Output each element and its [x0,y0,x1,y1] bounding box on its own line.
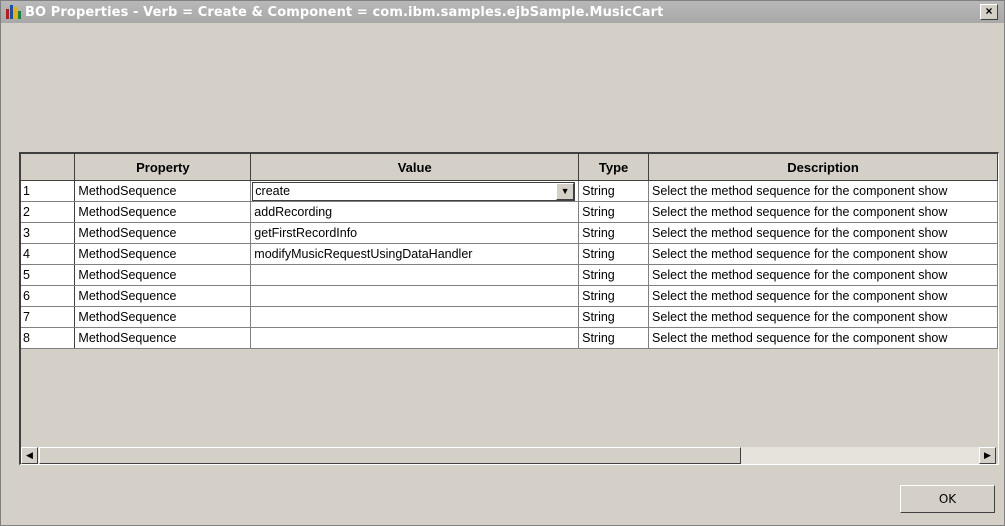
table-row[interactable]: 4 MethodSequence modifyMusicRequestUsing… [21,243,998,265]
dropdown-button[interactable]: ▼ [556,182,575,200]
row-number[interactable]: 2 [21,201,76,223]
value-cell[interactable] [250,306,580,328]
column-header-type[interactable]: Type [578,154,650,181]
value-cell[interactable] [250,327,580,349]
horizontal-scrollbar[interactable]: ◀ ▶ [21,447,996,464]
value-dropdown-text: create [255,184,291,198]
description-cell[interactable]: Select the method sequence for the compo… [648,201,998,223]
arrow-left-icon: ◀ [26,450,33,460]
type-cell[interactable]: String [578,327,650,349]
table-row[interactable]: 8 MethodSequence String Select the metho… [21,327,998,349]
value-cell[interactable] [250,285,580,307]
value-cell[interactable]: addRecording [250,201,580,223]
row-number[interactable]: 6 [21,285,76,307]
description-cell[interactable]: Select the method sequence for the compo… [648,180,998,202]
type-cell[interactable]: String [578,201,650,223]
table-row[interactable]: 6 MethodSequence String Select the metho… [21,285,998,307]
ok-button[interactable]: OK [900,485,995,513]
property-cell[interactable]: MethodSequence [74,264,252,286]
row-number[interactable]: 4 [21,243,76,265]
corner-header[interactable] [21,154,76,181]
description-cell[interactable]: Select the method sequence for the compo… [648,222,998,244]
table-row[interactable]: 7 MethodSequence String Select the metho… [21,306,998,328]
header-row: Property Value Type Description [21,154,998,181]
type-cell[interactable]: String [578,180,650,202]
bo-properties-dialog: BO Properties - Verb = Create & Componen… [0,0,1005,526]
property-cell[interactable]: MethodSequence [74,327,252,349]
type-cell[interactable]: String [578,222,650,244]
description-cell[interactable]: Select the method sequence for the compo… [648,306,998,328]
column-header-description[interactable]: Description [648,154,998,181]
value-cell[interactable] [250,264,580,286]
scrollbar-thumb[interactable] [39,447,741,464]
type-cell[interactable]: String [578,264,650,286]
type-cell[interactable]: String [578,243,650,265]
table-row[interactable]: 3 MethodSequence getFirstRecordInfo Stri… [21,222,998,244]
property-cell[interactable]: MethodSequence [74,201,252,223]
property-cell[interactable]: MethodSequence [74,306,252,328]
row-number[interactable]: 8 [21,327,76,349]
type-cell[interactable]: String [578,285,650,307]
value-cell[interactable]: create ▼ [250,180,580,202]
table-row[interactable]: 5 MethodSequence String Select the metho… [21,264,998,286]
row-number[interactable]: 7 [21,306,76,328]
title-bar: BO Properties - Verb = Create & Componen… [1,1,1004,23]
app-icon [6,5,22,19]
column-header-value[interactable]: Value [250,154,580,181]
table-row[interactable]: 2 MethodSequence addRecording String Sel… [21,201,998,223]
scroll-left-button[interactable]: ◀ [21,447,38,464]
type-cell[interactable]: String [578,306,650,328]
scroll-right-button[interactable]: ▶ [979,447,996,464]
window-title: BO Properties - Verb = Create & Componen… [25,4,664,20]
property-cell[interactable]: MethodSequence [74,222,252,244]
properties-grid: Property Value Type Description 1 Method… [19,152,999,465]
description-cell[interactable]: Select the method sequence for the compo… [648,285,998,307]
value-cell[interactable]: getFirstRecordInfo [250,222,580,244]
description-cell[interactable]: Select the method sequence for the compo… [648,243,998,265]
description-cell[interactable]: Select the method sequence for the compo… [648,264,998,286]
table-row[interactable]: 1 MethodSequence create ▼ String Select … [21,180,998,202]
row-number[interactable]: 1 [21,180,76,202]
column-header-property[interactable]: Property [74,154,252,181]
close-button[interactable]: × [980,4,998,20]
property-cell[interactable]: MethodSequence [74,243,252,265]
row-number[interactable]: 3 [21,222,76,244]
arrow-right-icon: ▶ [984,450,991,460]
value-dropdown[interactable]: create ▼ [252,181,576,201]
description-cell[interactable]: Select the method sequence for the compo… [648,327,998,349]
value-cell[interactable]: modifyMusicRequestUsingDataHandler [250,243,580,265]
chevron-down-icon: ▼ [560,186,570,196]
row-number[interactable]: 5 [21,264,76,286]
property-cell[interactable]: MethodSequence [74,285,252,307]
property-cell[interactable]: MethodSequence [74,180,252,202]
properties-table: Property Value Type Description 1 Method… [21,154,998,349]
close-icon: × [985,4,993,18]
